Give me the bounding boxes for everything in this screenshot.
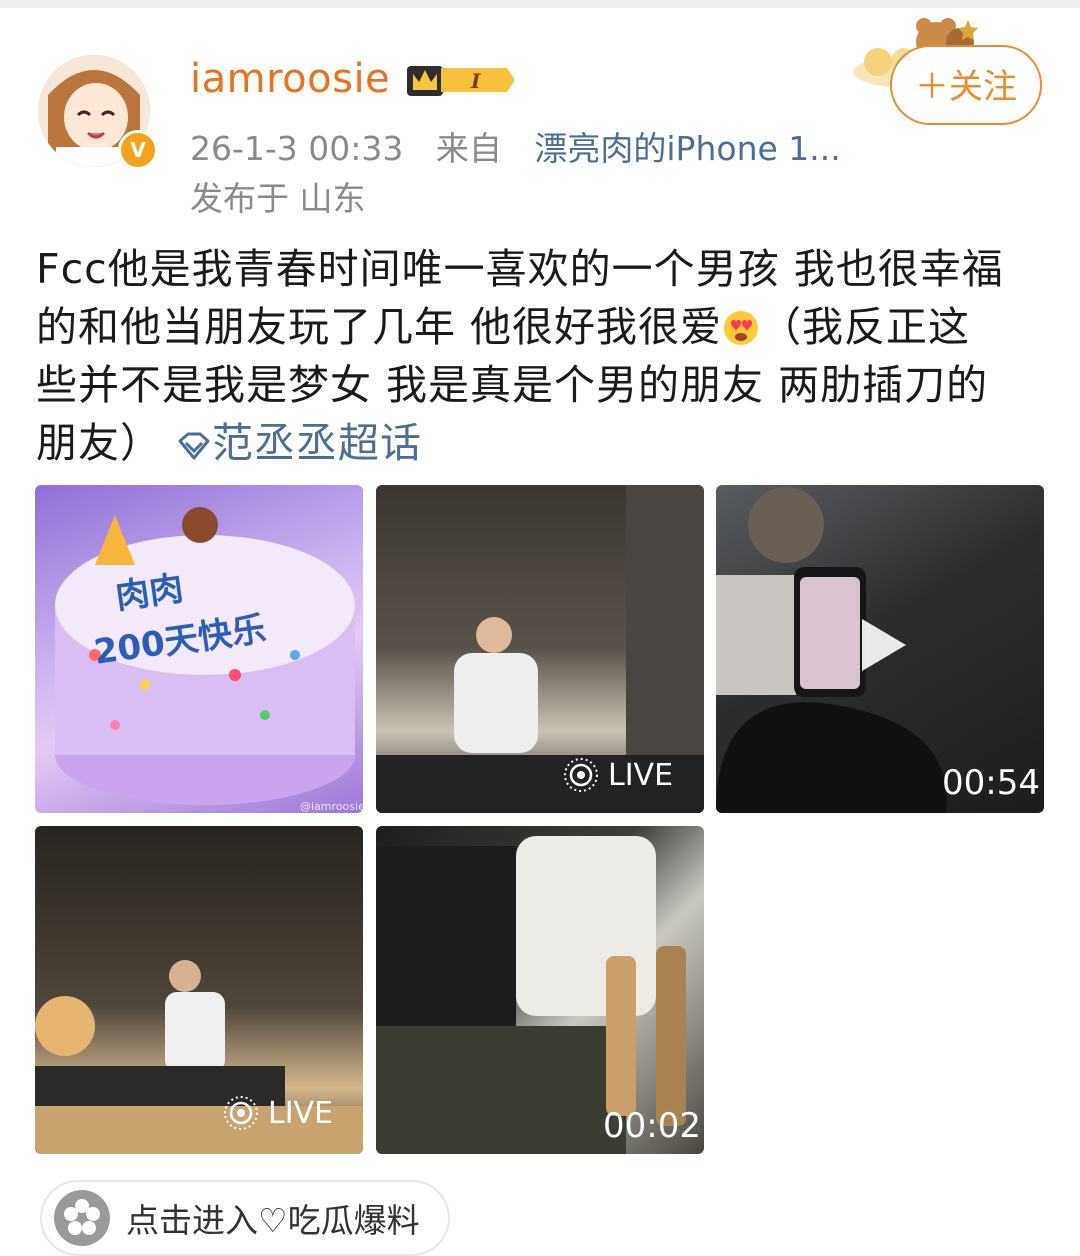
post-text-segment: （我反正这 xyxy=(760,303,971,351)
live-photo-icon xyxy=(564,758,598,792)
video-duration: 00:54 xyxy=(942,763,1040,803)
seated-people-illustration xyxy=(376,836,686,1154)
cake-text-top: 肉肉 xyxy=(113,568,186,618)
post-text-segment: 的和他当朋友玩了几年 他很好我很爱 xyxy=(36,303,723,351)
post-text-segment: 朋友） xyxy=(36,419,162,467)
post-text-line: 些并不是我是梦女 我是真是个男的朋友 两肋插刀的 xyxy=(36,361,989,409)
post-meta: 26-1-3 00:33 来自 漂亮肉的iPhone 1... xyxy=(190,122,841,170)
location: 发布于 山东 xyxy=(190,179,366,218)
image-watermark: @iamroosie xyxy=(300,800,365,813)
play-icon[interactable] xyxy=(858,615,910,675)
media-tile-video-2[interactable] xyxy=(376,826,704,1154)
live-badge: LIVE xyxy=(562,755,673,795)
source-device-link[interactable]: 漂亮肉的iPhone 1... xyxy=(534,129,840,168)
post-text-line: 朋友） 范丞丞超话 xyxy=(36,414,1048,472)
vip-level-badge-icon: I xyxy=(407,66,515,96)
media-tile-cake[interactable]: 肉肉 200天快乐 xyxy=(35,485,363,813)
post-text-line: 的和他当朋友玩了几年 他很好我很爱 （我反正这 xyxy=(36,298,1048,356)
live-badge: LIVE xyxy=(222,1093,333,1133)
topic-link[interactable]: 范丞丞超话 xyxy=(176,419,422,467)
live-photo-icon xyxy=(224,1096,258,1130)
from-label: 来自 xyxy=(435,129,502,168)
username[interactable]: iamroosie xyxy=(190,56,390,102)
post-text: Fcc他是我青春时间唯一喜欢的一个男孩 我也很幸福 的和他当朋友玩了几年 他很好… xyxy=(36,240,1048,472)
top-divider xyxy=(0,0,1080,8)
entry-label: 点击进入♡吃瓜爆料 xyxy=(126,1201,420,1240)
live-label: LIVE xyxy=(608,757,674,793)
topic-label[interactable]: 范丞丞超话 xyxy=(212,419,422,467)
flower-icon xyxy=(54,1190,110,1246)
post-text-line: Fcc他是我青春时间唯一喜欢的一个男孩 我也很幸福 xyxy=(36,245,1004,293)
timestamp: 26-1-3 00:33 xyxy=(190,129,404,168)
verified-badge-icon: V xyxy=(118,130,158,170)
super-topic-entry-button[interactable]: 点击进入♡吃瓜爆料 xyxy=(40,1180,450,1256)
heart-eyes-emoji-icon xyxy=(724,311,759,345)
video-duration: 00:02 xyxy=(603,1106,701,1146)
vip-level-label: I xyxy=(470,69,481,93)
follow-button[interactable]: ＋关注 xyxy=(890,45,1042,125)
diamond-topic-icon xyxy=(178,432,210,460)
live-label: LIVE xyxy=(268,1095,334,1131)
